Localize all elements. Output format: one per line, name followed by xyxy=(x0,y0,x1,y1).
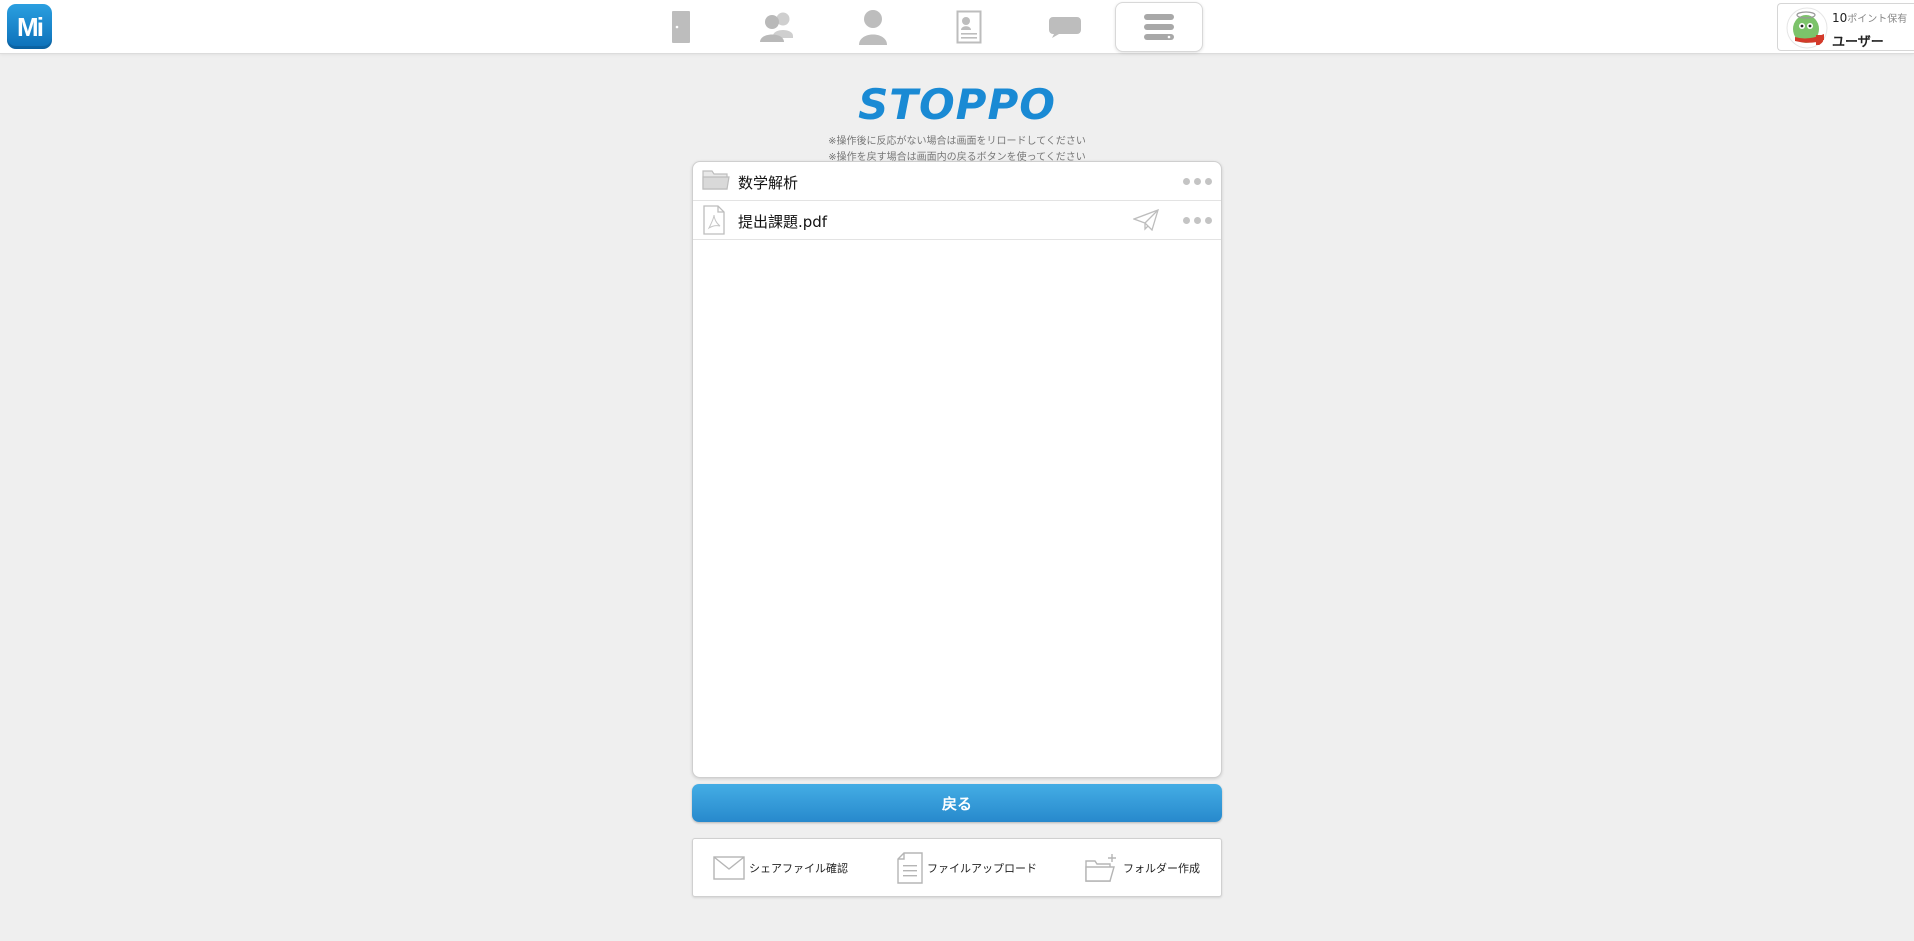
door-icon xyxy=(672,11,690,43)
pdf-file-icon xyxy=(703,205,725,235)
nav-item-chat[interactable] xyxy=(1021,2,1109,52)
app-logo-text: Mi xyxy=(17,11,44,42)
new-folder-button[interactable]: フォルダー作成 xyxy=(1085,839,1200,896)
nav-item-profile[interactable] xyxy=(829,2,917,52)
reload-notice: ※操作後に反応がない場合は画面をリロードしてください xyxy=(828,136,1086,147)
folder-icon xyxy=(702,170,730,190)
top-navigation-bar: Mi 10ポイント保有 ユーザー xyxy=(0,0,1914,54)
file-name: 数学解析 xyxy=(738,174,799,192)
share-check-button[interactable]: シェアファイル確認 xyxy=(713,839,848,896)
file-list-panel: 数学解析 提出課題.pdf xyxy=(692,161,1222,778)
envelope-icon xyxy=(713,855,745,880)
share-check-label: シェアファイル確認 xyxy=(749,861,848,875)
file-upload-button[interactable]: ファイルアップロード xyxy=(897,839,1037,896)
more-dot xyxy=(1183,216,1190,224)
points-display: 10ポイント保有 xyxy=(1832,10,1907,25)
chat-icon xyxy=(1049,17,1081,38)
main-nav xyxy=(637,2,1207,52)
more-dot xyxy=(1205,216,1212,224)
new-folder-label: フォルダー作成 xyxy=(1123,861,1200,875)
file-row-folder[interactable]: 数学解析 xyxy=(693,162,1221,201)
nav-item-door[interactable] xyxy=(637,2,725,52)
more-dot xyxy=(1183,177,1190,185)
file-upload-label: ファイルアップロード xyxy=(927,861,1037,875)
points-value: 10 xyxy=(1832,11,1848,25)
more-dot xyxy=(1194,177,1201,185)
file-row-pdf[interactable]: 提出課題.pdf xyxy=(693,201,1221,240)
more-options-button[interactable] xyxy=(1183,211,1212,229)
file-tools-bar: シェアファイル確認 ファイルアップロード フォルダー作成 xyxy=(692,838,1222,897)
nav-item-card[interactable] xyxy=(925,2,1013,52)
file-name: 提出課題.pdf xyxy=(738,213,828,231)
user-status-box[interactable]: 10ポイント保有 ユーザー xyxy=(1777,3,1914,51)
back-button[interactable]: 戻る xyxy=(692,784,1222,822)
user-name: ユーザー xyxy=(1832,35,1884,50)
folder-add-icon xyxy=(1085,853,1116,882)
more-options-button[interactable] xyxy=(1183,172,1212,190)
nav-item-group[interactable] xyxy=(733,2,821,52)
document-icon xyxy=(897,851,923,884)
page-title: STOPPO xyxy=(858,80,1056,129)
send-share-icon[interactable] xyxy=(1133,209,1159,231)
more-dot xyxy=(1194,216,1201,224)
app-logo[interactable]: Mi xyxy=(7,4,52,49)
id-card-icon xyxy=(956,10,982,44)
more-dot xyxy=(1205,177,1212,185)
nav-item-storage[interactable] xyxy=(1115,2,1203,52)
avatar xyxy=(1786,7,1828,49)
server-icon xyxy=(1144,14,1174,40)
points-label: ポイント保有 xyxy=(1847,14,1908,25)
group-icon xyxy=(760,12,793,42)
person-icon xyxy=(859,10,887,45)
